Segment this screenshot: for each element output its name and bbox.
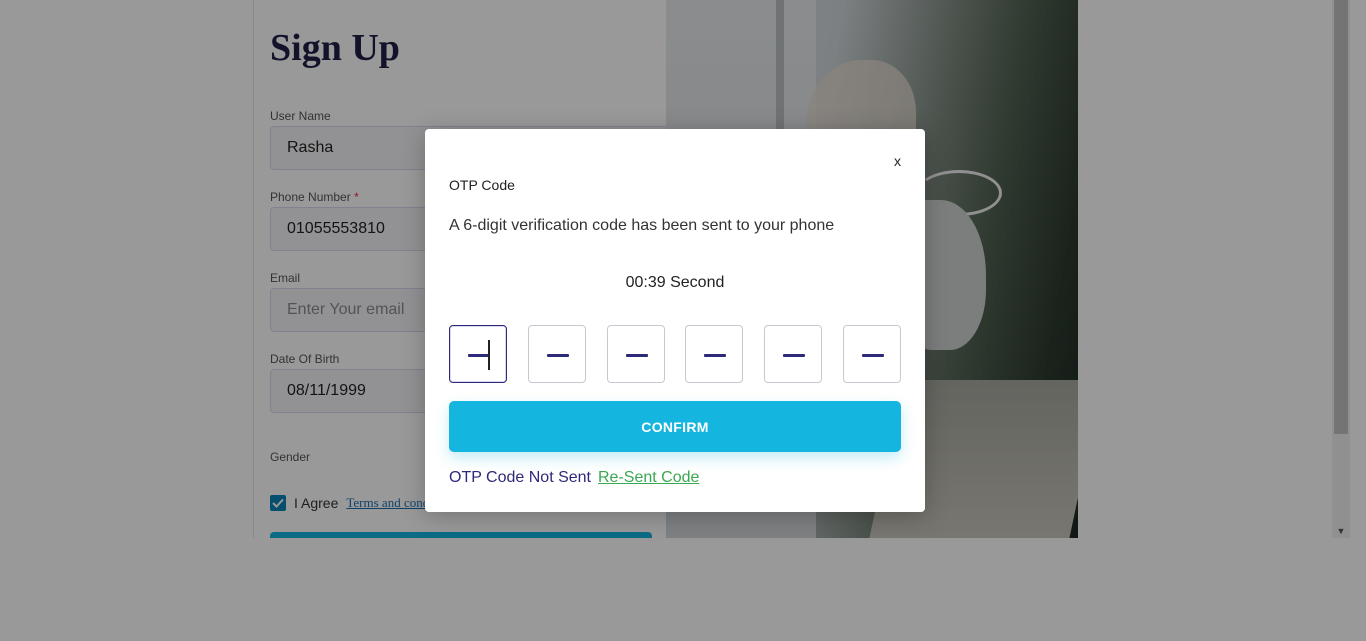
otp-digit-4[interactable] bbox=[685, 325, 744, 383]
otp-digit-5[interactable] bbox=[764, 325, 823, 383]
modal-description: A 6-digit verification code has been sen… bbox=[449, 217, 835, 234]
confirm-button[interactable]: CONFIRM bbox=[449, 401, 901, 452]
otp-digit-1[interactable] bbox=[449, 325, 507, 383]
resend-code-link[interactable]: Re-Sent Code bbox=[598, 469, 699, 487]
otp-not-sent-text: OTP Code Not Sent bbox=[449, 469, 591, 486]
otp-modal: x OTP Code A 6-digit verification code h… bbox=[425, 129, 925, 512]
close-button[interactable]: x bbox=[894, 153, 901, 169]
otp-digit-2[interactable] bbox=[527, 325, 586, 383]
resend-row: OTP Code Not Sent Re-Sent Code bbox=[449, 469, 699, 487]
otp-input-group bbox=[449, 325, 901, 383]
otp-digit-6[interactable] bbox=[842, 325, 901, 383]
countdown-timer: 00:39 Second bbox=[625, 274, 725, 291]
otp-digit-3[interactable] bbox=[606, 325, 665, 383]
text-caret bbox=[488, 340, 490, 370]
modal-title: OTP Code bbox=[449, 177, 515, 193]
